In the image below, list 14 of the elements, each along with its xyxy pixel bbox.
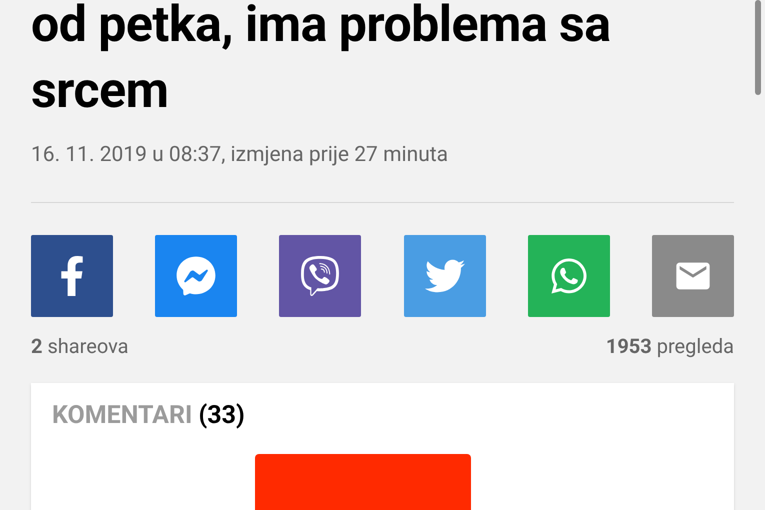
chat-bubble-icon [176, 256, 216, 296]
scrollbar[interactable] [755, 0, 761, 95]
article-date: 16. 11. 2019 u 08:37, izmjena prije 27 minuta [31, 142, 450, 169]
comments-count: (33) [198, 400, 245, 430]
share-button[interactable] [279, 234, 362, 316]
comments-label: KOMENTARI [52, 400, 192, 430]
share-button[interactable] [652, 234, 734, 316]
share-count: 2 shareova [31, 332, 129, 360]
share-button[interactable] [31, 234, 113, 316]
share-button[interactable] [155, 234, 238, 316]
article-title: od petka, ima problema sa srcem [31, 0, 612, 122]
whatsapp-icon [548, 256, 589, 296]
view-count: 1953 pregleda [606, 332, 734, 360]
phone-icon [300, 256, 340, 296]
